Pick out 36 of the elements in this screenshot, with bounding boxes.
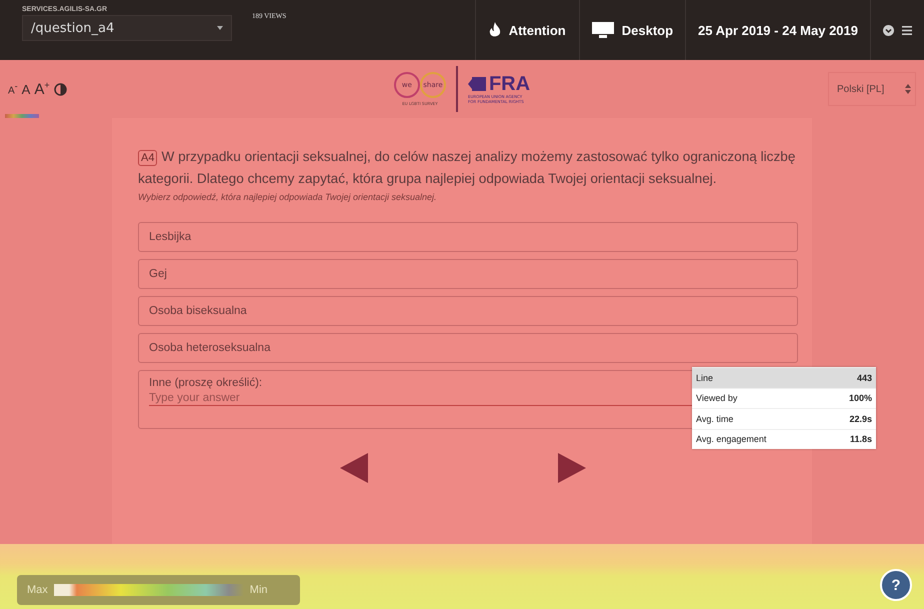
stat-value: 22.9s [849, 414, 872, 424]
monitor-icon [592, 22, 614, 38]
font-size-button[interactable]: A$^{-}$ [8, 81, 18, 97]
answer-option[interactable]: Lesbijka [138, 222, 798, 252]
color-stripe [5, 114, 39, 118]
answer-option[interactable]: Osoba biseksualna [138, 296, 798, 326]
page-select[interactable]: /question_a4 [22, 15, 232, 41]
stat-label: Avg. engagement [696, 434, 766, 444]
sort-icon [905, 84, 911, 94]
mode-button[interactable]: Attention [474, 0, 579, 60]
language-select[interactable]: Polski [PL] [828, 72, 916, 106]
chevron-circle-icon[interactable] [883, 24, 894, 36]
stat-label: Viewed by [696, 393, 738, 404]
answer-option[interactable]: Osoba heteroseksualna [138, 333, 798, 363]
stat-label: Line [696, 372, 714, 383]
stat-label: Avg. time [696, 414, 734, 424]
caret-icon [217, 26, 223, 30]
font-size-button[interactable]: A [22, 82, 30, 96]
previous-arrow-icon[interactable] [340, 453, 368, 483]
legend-min: Min [250, 584, 268, 596]
contrast-icon[interactable] [54, 82, 67, 96]
stat-value: 100% [848, 393, 872, 404]
legend-max: Max [27, 584, 48, 596]
stat-value: 11.8s [850, 434, 872, 444]
device-button[interactable]: Desktop [578, 0, 686, 60]
font-size-button[interactable]: A$^{+}$ [34, 80, 50, 98]
answer-option[interactable]: Gej [138, 259, 798, 289]
stat-value: 443 [856, 372, 872, 383]
question-hint: Wybierz odpowiedź, która najlepiej odpowiada Twojej orientacji seksualnej. [138, 192, 438, 202]
help-button[interactable]: ? [880, 569, 912, 601]
other-label: Inne (proszę określić): [149, 377, 262, 389]
date-range-button[interactable]: 25 Apr 2019 - 24 May 2019 [685, 0, 870, 60]
menu-icon[interactable] [902, 26, 912, 34]
question-text: A4 W przypadku orientacji seksualnej, do celów naszej analizy możemy zastosować tylko ograniczoną liczbę kategorii. Dlatego chcemy zapytać, która grupa najlepiej odpowiada Twojej orientacji seksualnej. [138, 148, 796, 188]
flame-icon [488, 22, 501, 38]
next-arrow-icon[interactable] [558, 453, 586, 483]
